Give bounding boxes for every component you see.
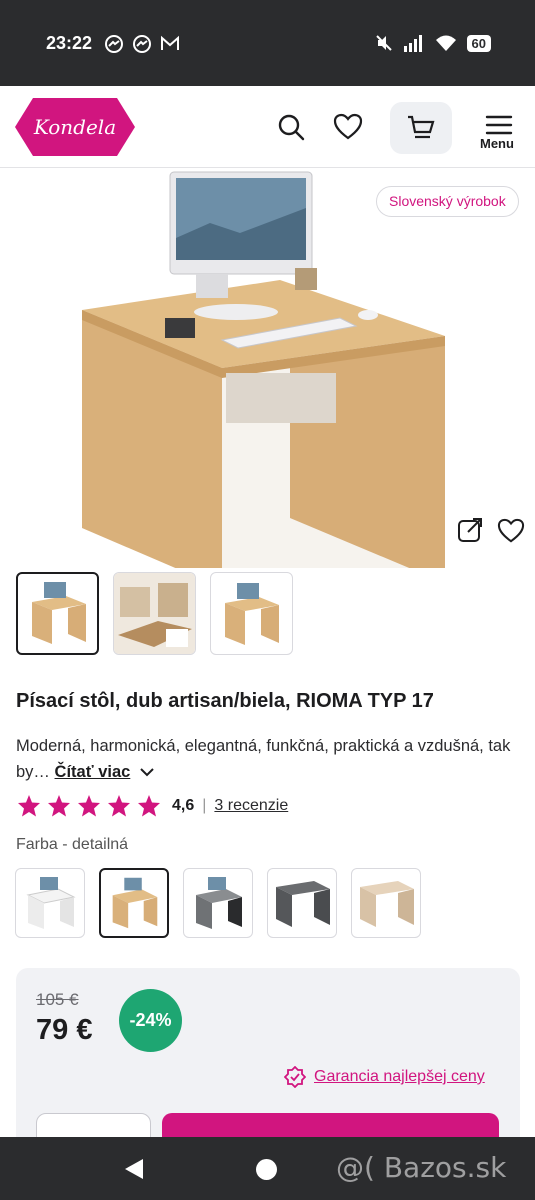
old-price: 105 € bbox=[36, 990, 79, 1009]
cart-button[interactable] bbox=[390, 102, 452, 154]
hamburger-icon bbox=[485, 115, 513, 135]
thumbnail-2[interactable] bbox=[113, 572, 196, 655]
system-nav-bar: @( Bazos.sk bbox=[0, 1137, 535, 1200]
back-icon[interactable] bbox=[123, 1158, 145, 1180]
color-swatches bbox=[15, 868, 421, 938]
share-icon bbox=[458, 518, 482, 542]
star-icon bbox=[18, 795, 40, 817]
swatch-white[interactable] bbox=[15, 868, 85, 938]
guarantee-text: Garancia najlepšej ceny bbox=[314, 1068, 485, 1085]
svg-text:Kondela: Kondela bbox=[33, 115, 116, 139]
reviews-link[interactable]: 3 recenzie bbox=[214, 797, 288, 815]
rating-value: 4,6 bbox=[172, 797, 195, 814]
kondela-logo[interactable]: Kondela bbox=[15, 96, 135, 163]
swatch-graphite[interactable] bbox=[267, 868, 337, 938]
search-button[interactable] bbox=[266, 102, 316, 152]
thumbnail-1[interactable] bbox=[16, 572, 99, 655]
share-button[interactable] bbox=[456, 516, 486, 546]
thumbnail-3[interactable] bbox=[210, 572, 293, 655]
rating-stars bbox=[16, 794, 162, 818]
swatch-oak-white[interactable] bbox=[99, 868, 169, 938]
cart-icon bbox=[408, 115, 435, 139]
status-bar: 23:22 60 bbox=[0, 0, 535, 86]
site-header: Kondela Menu bbox=[0, 86, 535, 168]
heart-icon bbox=[497, 518, 525, 543]
discount-badge: -24% bbox=[119, 989, 182, 1052]
mute-icon bbox=[375, 35, 392, 51]
battery-indicator: 60 bbox=[466, 34, 491, 52]
search-icon bbox=[278, 114, 305, 141]
messenger-icon bbox=[133, 35, 151, 53]
watermark: @( Bazos.sk bbox=[336, 1151, 507, 1184]
current-price: 79 € bbox=[36, 1014, 93, 1046]
product-title: Písací stôl, dub artisan/biela, RIOMA TY… bbox=[16, 690, 434, 712]
color-label: Farba - detailná bbox=[16, 836, 129, 853]
signal-icon bbox=[403, 35, 422, 52]
system-icons: 60 bbox=[375, 34, 491, 52]
star-icon bbox=[78, 795, 100, 817]
swatch-grey-black[interactable] bbox=[183, 868, 253, 938]
swatch-sonoma[interactable] bbox=[351, 868, 421, 938]
home-icon[interactable] bbox=[256, 1159, 277, 1180]
status-time: 23:22 bbox=[46, 33, 93, 53]
image-wishlist-button[interactable] bbox=[497, 518, 527, 548]
star-icon bbox=[138, 795, 160, 817]
rating-row: 4,6 | 3 recenzie bbox=[16, 794, 288, 818]
verified-badge-icon bbox=[284, 1066, 306, 1088]
product-image[interactable] bbox=[0, 168, 535, 568]
wishlist-button[interactable] bbox=[323, 102, 373, 152]
heart-icon bbox=[333, 113, 363, 140]
product-description: Moderná, harmonická, elegantná, funkčná,… bbox=[16, 733, 516, 785]
star-icon bbox=[108, 795, 130, 817]
price-guarantee-link[interactable]: Garancia najlepšej ceny bbox=[284, 1066, 485, 1088]
rating-separator: | bbox=[202, 797, 207, 814]
image-thumbnails bbox=[16, 572, 293, 655]
origin-badge: Slovenský výrobok bbox=[376, 186, 519, 217]
read-more-link[interactable]: Čítať viac bbox=[55, 763, 131, 781]
gmail-icon bbox=[161, 35, 179, 50]
notification-icons bbox=[104, 34, 180, 54]
messenger-icon bbox=[105, 35, 123, 53]
wifi-icon bbox=[435, 35, 456, 51]
chevron-down-icon bbox=[140, 768, 154, 777]
star-icon bbox=[48, 795, 70, 817]
menu-label: Menu bbox=[480, 136, 514, 151]
